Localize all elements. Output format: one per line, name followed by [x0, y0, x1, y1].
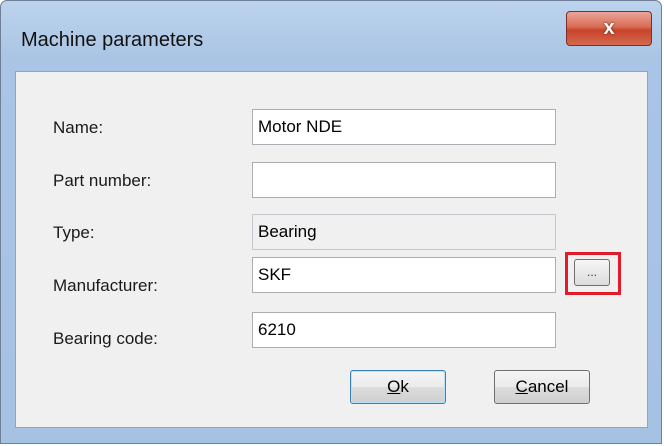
- cancel-label-rest: ancel: [527, 377, 569, 396]
- type-label: Type:: [53, 223, 95, 242]
- ok-accelerator: O: [387, 377, 401, 396]
- name-label: Name:: [53, 118, 104, 137]
- dialog-window: Machine parameters x Name: Motor NDE Par…: [0, 0, 662, 444]
- manufacturer-field[interactable]: SKF: [252, 257, 556, 293]
- part-number-label: Part number:: [53, 171, 152, 190]
- close-icon: x: [603, 17, 615, 39]
- cancel-accelerator: C: [515, 377, 528, 396]
- ok-label-rest: k: [400, 377, 409, 396]
- close-button[interactable]: x: [566, 11, 652, 46]
- manufacturer-label: Manufacturer:: [53, 276, 158, 295]
- highlight-box: [565, 252, 621, 295]
- part-number-field[interactable]: [252, 162, 556, 198]
- dialog-client-area: Name: Motor NDE Part number: Type: Beari…: [15, 71, 648, 428]
- ok-button[interactable]: Ok: [350, 370, 446, 404]
- bearing-code-label: Bearing code:: [53, 329, 158, 348]
- type-field: Bearing: [252, 214, 556, 250]
- bearing-code-field[interactable]: 6210: [252, 312, 556, 348]
- name-field[interactable]: Motor NDE: [252, 109, 556, 145]
- cancel-button[interactable]: Cancel: [494, 370, 590, 404]
- window-title: Machine parameters: [21, 29, 204, 51]
